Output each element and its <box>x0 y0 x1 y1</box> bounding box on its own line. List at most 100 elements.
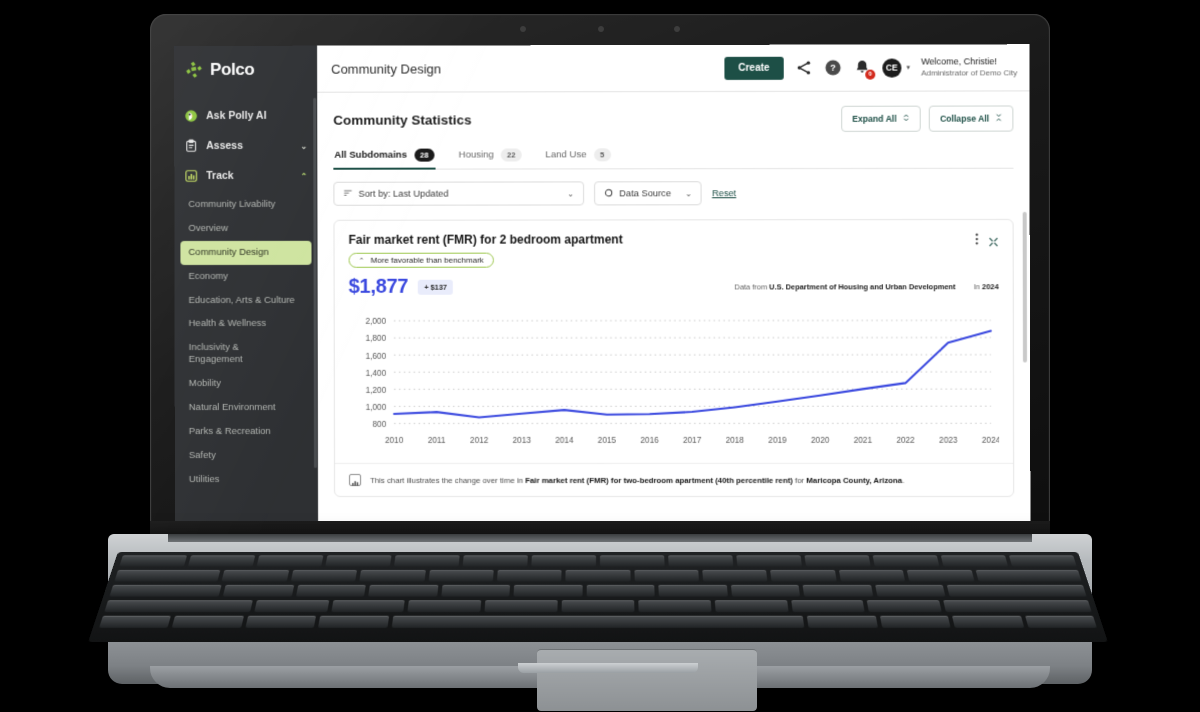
keyboard-key <box>975 570 1082 582</box>
keyboard-key <box>119 555 188 567</box>
svg-text:2021: 2021 <box>854 435 873 445</box>
svg-text:2020: 2020 <box>811 435 830 445</box>
brand-logo-area[interactable]: Polco <box>174 46 317 93</box>
sort-by-value: Sort by: Last Updated <box>358 188 449 199</box>
svg-text:2014: 2014 <box>555 435 574 445</box>
chevron-down-icon[interactable]: ▾ <box>906 64 910 72</box>
sidebar-item-natural-environment[interactable]: Natural Environment <box>181 396 312 420</box>
subdomain-tabs: All Subdomains 28 Housing 22 Land Use 5 <box>333 147 1014 170</box>
keyboard-key <box>391 615 805 628</box>
keyboard-key <box>462 555 528 567</box>
notification-count-badge: 0 <box>865 69 876 80</box>
keyboard-key <box>104 600 253 613</box>
sidebar-item-community-design[interactable]: Community Design <box>180 240 312 265</box>
svg-text:1,800: 1,800 <box>365 333 386 343</box>
svg-text:2,000: 2,000 <box>365 316 386 326</box>
keyboard-key <box>802 584 873 597</box>
chevron-up-icon[interactable]: ⌃ <box>301 171 308 180</box>
keyboard-key <box>804 555 871 567</box>
circle-icon <box>604 188 613 199</box>
sidebar-item-parks-recreation[interactable]: Parks & Recreation <box>181 420 312 444</box>
topbar-actions: Create ? 0 CE ▾ Welcome, Christie! Admin… <box>724 56 1017 80</box>
keyboard-key <box>496 570 562 582</box>
keyboard-key <box>99 615 172 628</box>
create-button[interactable]: Create <box>724 56 784 80</box>
sort-by-select[interactable]: Sort by: Last Updated ⌄ <box>333 181 585 206</box>
tab-housing[interactable]: Housing 22 <box>458 148 523 168</box>
sidebar-item-inclusivity-engagement[interactable]: Inclusivity & Engagement <box>181 336 273 372</box>
expand-all-button[interactable]: Expand All <box>841 105 921 132</box>
sort-filter-icon <box>343 188 352 199</box>
chevron-down-icon[interactable]: ⌄ <box>301 141 308 150</box>
svg-text:2019: 2019 <box>768 435 787 445</box>
keyboard-key <box>940 555 1009 567</box>
camera-dot <box>598 26 604 32</box>
svg-text:800: 800 <box>372 419 386 429</box>
collapse-card-icon[interactable] <box>988 234 998 244</box>
keyboard-key <box>1024 615 1097 628</box>
chart-note-icon <box>349 473 362 486</box>
note-bold-2: Maricopa County, Arizona <box>806 475 903 485</box>
keyboard-key <box>318 615 389 628</box>
keyboard-row <box>113 555 1083 567</box>
keyboard-key <box>223 584 295 597</box>
tab-land-use[interactable]: Land Use 5 <box>544 148 611 168</box>
sidebar-item-overview[interactable]: Overview <box>180 217 311 241</box>
note-bold-1: Fair market rent (FMR) for two-bedroom a… <box>525 475 793 485</box>
chevron-up-icon: ⌃ <box>358 257 365 265</box>
keyboard-key <box>736 555 803 567</box>
keyboard-key <box>565 570 631 582</box>
sidebar-item-assess[interactable]: Assess ⌄ <box>174 131 317 161</box>
keyboard-key <box>256 555 324 567</box>
keyboard-key <box>943 600 1092 613</box>
more-options-icon[interactable] <box>975 232 979 246</box>
source-text: Data from U.S. Department of Housing and… <box>735 282 956 291</box>
sidebar-item-track[interactable]: Track ⌃ <box>174 161 317 191</box>
chart-svg: 800 1,000 1,200 1,400 1,600 1,800 2,000 2010 201… <box>365 316 1000 445</box>
sidebar-item-education-arts-culture[interactable]: Education, Arts & Culture <box>181 288 312 312</box>
keyboard-key <box>867 600 943 613</box>
keyboard-key <box>658 584 728 597</box>
welcome-greeting: Welcome, Christie! <box>920 56 997 67</box>
benchmark-badge: ⌃ More favorable than benchmark <box>348 252 494 268</box>
tab-all-subdomains[interactable]: All Subdomains 28 <box>333 148 435 169</box>
svg-text:2015: 2015 <box>598 435 617 445</box>
bell-icon[interactable]: 0 <box>853 59 876 80</box>
keyboard-key <box>872 555 940 567</box>
chevron-down-icon: ⌄ <box>685 188 692 198</box>
collapse-all-button[interactable]: Collapse All <box>928 105 1014 132</box>
help-circle-icon[interactable]: ? <box>824 59 842 77</box>
sidebar-item-health-wellness[interactable]: Health & Wellness <box>181 312 312 336</box>
sidebar-item-safety[interactable]: Safety <box>181 444 312 468</box>
keyboard-row <box>103 584 1093 597</box>
card-tools <box>975 232 998 246</box>
sidebar-item-community-livability[interactable]: Community Livability <box>180 193 311 217</box>
avatar[interactable]: CE <box>882 58 902 78</box>
share-icon[interactable] <box>795 59 813 77</box>
sidebar-item-label: Track <box>206 169 234 182</box>
welcome-block: Welcome, Christie! Administrator of Demo… <box>921 57 1017 79</box>
data-source-value: Data Source <box>619 188 672 199</box>
content-scrollbar[interactable] <box>1022 211 1028 363</box>
data-source-select[interactable]: Data Source ⌄ <box>594 181 702 206</box>
camera-dot <box>674 26 680 32</box>
sidebar-item-utilities[interactable]: Utilities <box>181 467 312 491</box>
main-area: Community Design Create ? 0 CE ▾ Welcome… <box>317 44 1031 523</box>
keyboard-key <box>790 600 866 613</box>
keyboard-key <box>600 555 665 567</box>
clipboard-icon <box>184 139 198 153</box>
laptop-trackpad[interactable] <box>537 649 757 711</box>
sidebar-item-ask-polly-ai[interactable]: Ask Polly AI <box>174 101 317 131</box>
keyboard-key <box>874 584 946 597</box>
reset-filters-link[interactable]: Reset <box>712 188 736 198</box>
filter-bar: Sort by: Last Updated ⌄ Data Source ⌄ Re… <box>333 181 1013 206</box>
welcome-role: Administrator of Demo City <box>921 67 1018 78</box>
note-plain-3: . <box>902 475 905 485</box>
statistic-value: $1,877 <box>348 275 409 298</box>
keyboard-key <box>1008 555 1077 567</box>
svg-text:2017: 2017 <box>683 435 702 445</box>
sidebar-item-mobility[interactable]: Mobility <box>181 372 312 396</box>
sidebar-item-economy[interactable]: Economy <box>180 264 311 288</box>
tab-label: All Subdomains <box>334 149 407 161</box>
expand-arrows-icon <box>903 113 910 125</box>
